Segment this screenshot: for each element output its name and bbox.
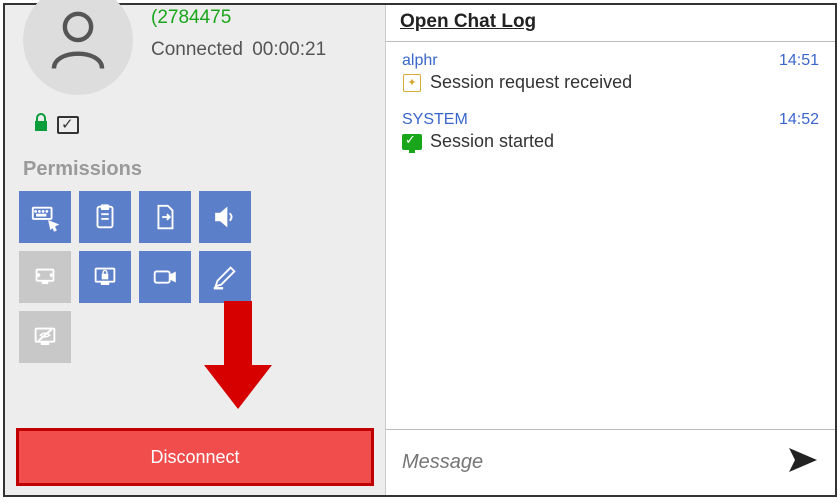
- chat-entry-text: Session request received: [430, 72, 632, 93]
- perm-switch-sides[interactable]: [19, 251, 71, 303]
- connection-info: (2784475 Connected 00:00:21: [151, 5, 326, 95]
- lock-icon: [33, 113, 49, 136]
- keyboard-mouse-icon: [30, 202, 60, 232]
- switch-sides-icon: [30, 262, 60, 292]
- perm-privacy-screen[interactable]: [19, 311, 71, 363]
- permissions-label: Permissions: [5, 146, 385, 191]
- file-transfer-icon: [150, 202, 180, 232]
- connected-status: Connected 00:00:21: [151, 39, 326, 61]
- monitor-check-icon: [57, 116, 79, 134]
- privacy-screen-icon: [30, 322, 60, 352]
- chat-log-header[interactable]: Open Chat Log: [386, 5, 835, 42]
- session-panel: (2784475 Connected 00:00:21 Permissions: [5, 5, 385, 495]
- send-button[interactable]: [787, 446, 819, 479]
- speaker-icon: [210, 202, 240, 232]
- chat-panel: Open Chat Log alphr 14:51 ✦ Session requ…: [385, 5, 835, 495]
- perm-clipboard[interactable]: [79, 191, 131, 243]
- perm-record[interactable]: [139, 251, 191, 303]
- perm-file-transfer[interactable]: [139, 191, 191, 243]
- perm-lock-desk[interactable]: [79, 251, 131, 303]
- badge-icon: ✦: [402, 74, 422, 92]
- status-icons: [5, 95, 385, 146]
- send-icon: [787, 446, 819, 474]
- perm-audio[interactable]: [199, 191, 251, 243]
- chat-entry-name: SYSTEM: [402, 111, 468, 129]
- whiteboard-icon: [210, 262, 240, 292]
- chat-entry-name: alphr: [402, 52, 438, 70]
- clipboard-icon: [90, 202, 120, 232]
- profile-row: (2784475 Connected 00:00:21: [5, 5, 385, 95]
- chat-message-input[interactable]: [402, 451, 777, 474]
- record-icon: [150, 262, 180, 292]
- session-id: (2784475: [151, 7, 326, 29]
- avatar: [23, 0, 133, 95]
- chat-body: alphr 14:51 ✦ Session request received S…: [386, 42, 835, 429]
- chat-entry: SYSTEM 14:52 Session started: [402, 111, 819, 152]
- chat-entry-time: 14:51: [779, 52, 819, 70]
- perm-keyboard-mouse[interactable]: [19, 191, 71, 243]
- disconnect-button[interactable]: Disconnect: [17, 429, 373, 485]
- chat-input-row: [386, 429, 835, 495]
- perm-whiteboard[interactable]: [199, 251, 251, 303]
- monitor-ok-icon: [402, 133, 422, 151]
- lock-screen-icon: [90, 262, 120, 292]
- permissions-grid: [5, 191, 315, 363]
- chat-entry-time: 14:52: [779, 111, 819, 129]
- person-icon: [43, 5, 113, 75]
- chat-entry: alphr 14:51 ✦ Session request received: [402, 52, 819, 93]
- chat-entry-text: Session started: [430, 131, 554, 152]
